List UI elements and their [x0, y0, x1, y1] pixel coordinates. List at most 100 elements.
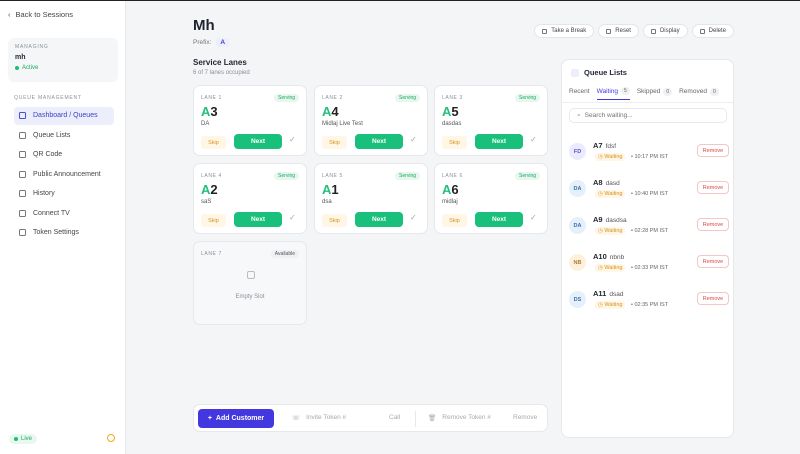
managing-name: mh [15, 54, 26, 61]
check-icon[interactable]: ✓ [410, 213, 417, 222]
managing-label: MANAGING [15, 44, 49, 50]
queue-panel-header: Queue Lists [571, 68, 627, 77]
timestamp: • 02:33 PM IST [631, 265, 669, 271]
remove-button[interactable]: Remove [697, 144, 729, 157]
sidebar: ‹ Back to Sessions MANAGING mh Active QU… [0, 1, 126, 454]
reset-icon [606, 28, 612, 34]
queue-tabs: Recent Waiting 5 Skipped 0 Removed 0 [569, 87, 719, 100]
status-dot-icon [15, 66, 19, 70]
skip-button[interactable]: Skip [442, 214, 467, 227]
tab-recent[interactable]: Recent [569, 87, 590, 100]
empty-slot-label: Empty Slot [235, 294, 265, 300]
empty-slot-icon [247, 271, 255, 279]
next-button[interactable]: Next [475, 212, 523, 227]
toolbar: Take a Break Reset Display Delete [534, 24, 734, 38]
history-icon [19, 190, 26, 198]
customer-name: Midlaj Live Test [322, 121, 363, 127]
check-icon[interactable]: ✓ [289, 135, 296, 144]
add-customer-button[interactable]: + Add Customer [198, 409, 274, 428]
invite-token-input[interactable]: ☏ Invite Token # [292, 414, 346, 422]
current-token: A1 [322, 182, 339, 197]
customer-name: dasdas [442, 121, 462, 127]
lane-label: LANE 7 [201, 251, 222, 257]
sidebar-item-token-settings[interactable]: Token Settings [14, 224, 114, 242]
check-icon[interactable]: ✓ [410, 135, 417, 144]
check-icon[interactable]: ✓ [530, 213, 537, 222]
lane-label: LANE 2 [322, 95, 343, 101]
skip-button[interactable]: Skip [322, 214, 347, 227]
qr-icon [19, 151, 26, 159]
avatar: DA [569, 180, 586, 197]
sun-icon[interactable] [107, 434, 115, 442]
sidebar-item-history[interactable]: History [14, 185, 114, 203]
search-icon: ⌕ [577, 111, 581, 119]
skip-button[interactable]: Skip [322, 136, 347, 149]
current-token: A4 [322, 104, 339, 119]
current-token: A2 [201, 182, 218, 197]
sidebar-item-announcement[interactable]: Public Announcement [14, 166, 114, 184]
clock-icon: ◷ [598, 302, 603, 308]
lane-card: LANE 3 Serving A5 dasdas Skip Next ✓ [434, 85, 548, 156]
timestamp: • 10:40 PM IST [631, 191, 669, 197]
serving-badge: Serving [395, 172, 420, 180]
call-button[interactable]: Call [389, 414, 400, 421]
trash-icon: 🗑 [428, 415, 437, 422]
next-button[interactable]: Next [234, 212, 282, 227]
tv-icon [19, 209, 26, 217]
list-item: DS A11 dsad ◷ Waiting • 02:35 PM IST Remo… [569, 285, 729, 315]
waiting-badge: ◷ Waiting [595, 264, 626, 272]
remove-token-input[interactable]: 🗑 Remove Token # [428, 414, 491, 422]
back-to-sessions-link[interactable]: ‹ Back to Sessions [8, 10, 73, 19]
sidebar-item-dashboard[interactable]: Dashboard / Queues [14, 107, 114, 125]
next-button[interactable]: Next [234, 134, 282, 149]
tab-removed[interactable]: Removed 0 [679, 87, 719, 100]
tab-waiting[interactable]: Waiting 5 [596, 87, 630, 100]
sidebar-item-connect-tv[interactable]: Connect TV [14, 205, 114, 223]
trash-icon [699, 28, 705, 34]
search-box[interactable]: ⌕ [569, 108, 727, 123]
list-item: DA A9 dasdsa ◷ Waiting • 02:28 PM IST Rem… [569, 211, 729, 241]
remove-button[interactable]: Remove [697, 218, 729, 231]
avatar: FD [569, 143, 586, 160]
next-button[interactable]: Next [475, 134, 523, 149]
skip-button[interactable]: Skip [201, 214, 226, 227]
check-icon[interactable]: ✓ [530, 135, 537, 144]
serving-badge: Serving [515, 172, 540, 180]
check-icon[interactable]: ✓ [289, 213, 296, 222]
waiting-badge: ◷ Waiting [595, 227, 626, 235]
avatar: NB [569, 254, 586, 271]
lane-card-empty: LANE 7 Available Empty Slot [193, 241, 307, 325]
list-item: NB A10 nbnb ◷ Waiting • 02:33 PM IST Remo… [569, 248, 729, 278]
remove-button[interactable]: Remove [513, 414, 537, 421]
skip-button[interactable]: Skip [201, 136, 226, 149]
sidebar-item-queue-lists[interactable]: Queue Lists [14, 127, 114, 145]
timestamp: • 10:17 PM IST [631, 154, 669, 160]
tab-skipped[interactable]: Skipped 0 [637, 87, 673, 100]
lane-label: LANE 5 [322, 173, 343, 179]
customer-name: saS [201, 199, 212, 205]
sidebar-item-qr-code[interactable]: QR Code [14, 146, 114, 164]
delete-button[interactable]: Delete [691, 24, 734, 38]
search-input[interactable] [584, 112, 715, 119]
monitor-icon [650, 28, 656, 34]
divider [415, 411, 416, 427]
prefix-badge: A [216, 38, 230, 47]
token-number: A11 dsad [593, 289, 624, 298]
serving-badge: Serving [274, 94, 299, 102]
settings-icon [19, 229, 26, 237]
take-break-button[interactable]: Take a Break [534, 24, 595, 38]
available-badge: Available [270, 250, 299, 258]
reset-button[interactable]: Reset [598, 24, 639, 38]
coffee-icon [542, 28, 548, 34]
megaphone-icon [19, 170, 26, 178]
lane-card: LANE 6 Serving A6 midlaj Skip Next ✓ [434, 163, 548, 234]
remove-button[interactable]: Remove [697, 292, 729, 305]
display-button[interactable]: Display [642, 24, 688, 38]
timestamp: • 02:28 PM IST [631, 228, 669, 234]
next-button[interactable]: Next [355, 212, 403, 227]
next-button[interactable]: Next [355, 134, 403, 149]
skip-button[interactable]: Skip [442, 136, 467, 149]
lane-label: LANE 6 [442, 173, 463, 179]
remove-button[interactable]: Remove [697, 255, 729, 268]
remove-button[interactable]: Remove [697, 181, 729, 194]
